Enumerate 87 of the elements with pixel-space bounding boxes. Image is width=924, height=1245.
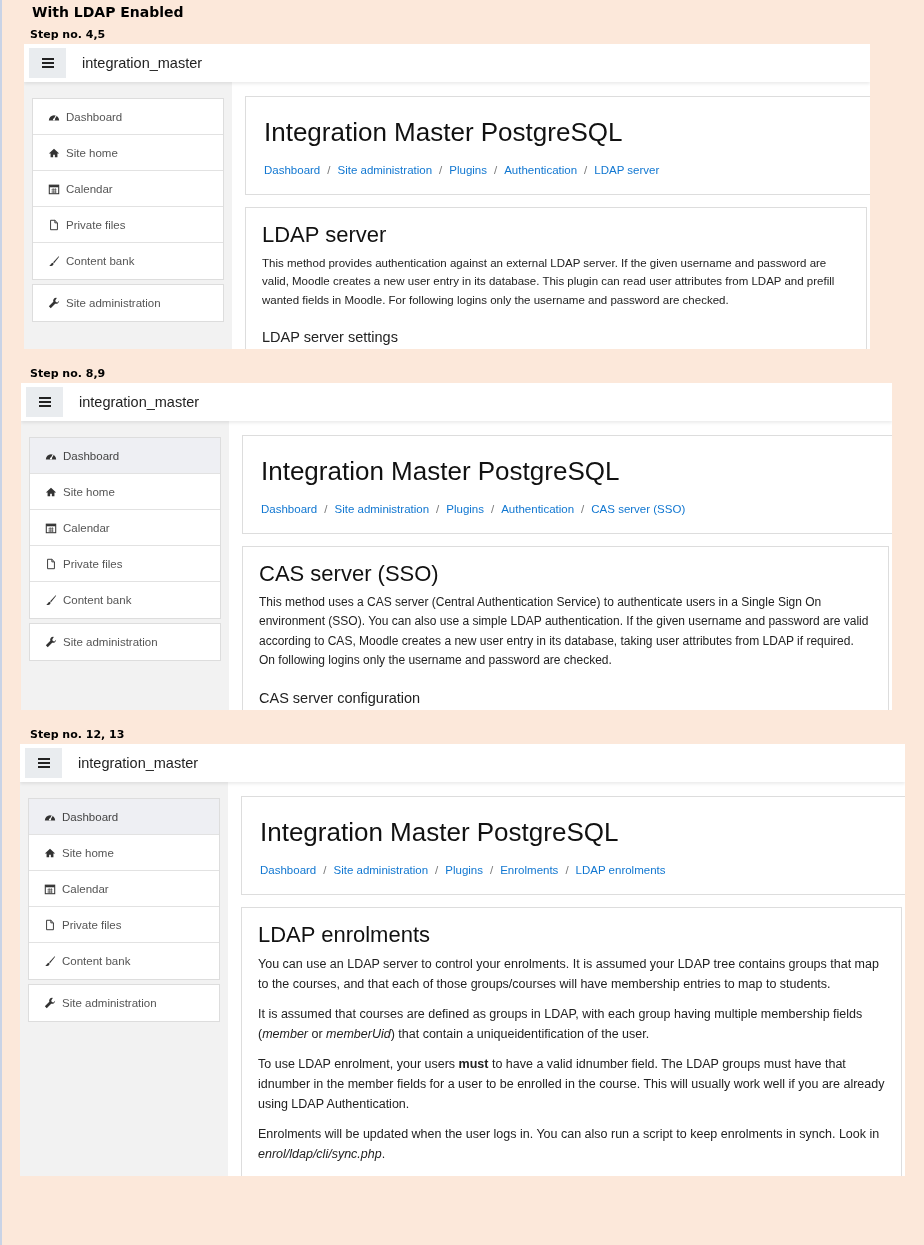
breadcrumb-separator: /: [584, 164, 588, 176]
menu-button[interactable]: [25, 748, 62, 779]
breadcrumb-separator: /: [323, 864, 327, 877]
breadcrumb-link[interactable]: Authentication: [504, 164, 578, 176]
breadcrumb-link[interactable]: LDAP enrolments: [575, 864, 666, 877]
nav-item[interactable]: Private files: [29, 907, 219, 944]
description-paragraph: Enrolments will be updated when the user logs in. You can also run a script to keep enrolments in synch. Look in enrol/ldap/cli/sync.php.: [258, 1126, 881, 1164]
step-label: Step no. 12, 13: [29, 727, 126, 744]
document-title: With LDAP Enabled: [31, 3, 185, 22]
file-icon: [45, 557, 57, 570]
breadcrumb-link[interactable]: Site administration: [337, 164, 433, 176]
page-title: Integration Master PostgreSQL: [261, 456, 621, 488]
description-paragraph: It is assumed that courses are defined as groups in LDAP, with each group having multiple membership fields (member or memberUid) that contain a uniqueidentification of the user.: [258, 1006, 864, 1044]
page-heading: LDAP server: [262, 222, 388, 248]
nav-item[interactable]: Site home: [33, 135, 223, 171]
nav-item[interactable]: Private files: [30, 546, 220, 583]
menu-icon: [38, 397, 51, 408]
wrench-icon: [45, 636, 57, 649]
nav-item[interactable]: Content bank: [33, 243, 223, 279]
nav-item[interactable]: Site administration: [28, 984, 220, 1023]
nav-item[interactable]: Site home: [30, 474, 220, 511]
breadcrumb-separator: /: [565, 864, 569, 877]
breadcrumb-separator: /: [436, 503, 440, 516]
breadcrumb-link[interactable]: Plugins: [445, 864, 483, 877]
menu-icon: [37, 758, 50, 769]
wrench-icon: [48, 297, 60, 309]
menu-button[interactable]: [26, 387, 63, 418]
nav-item[interactable]: Site administration: [29, 623, 221, 662]
site-name[interactable]: integration_master: [82, 55, 203, 71]
brush-icon: [48, 255, 60, 267]
breadcrumb-separator: /: [491, 503, 495, 516]
home-icon: [48, 146, 60, 159]
section-heading: CAS server configuration: [259, 690, 422, 709]
nav-item[interactable]: Site administration: [32, 284, 224, 322]
page-title: Integration Master PostgreSQL: [264, 117, 624, 148]
description-paragraph: This method uses a CAS server (Central Authentication Service) to authenticate users in a Single Sign On environment (SSO). You can also use a simple LDAP authentication. If the given username and password are valid according to CAS, Moodle creates a new user entry in its database, taking user attributes from LDAP if required. On following logins only the username and password are checked.: [259, 594, 870, 669]
nav-item[interactable]: Dashboard: [30, 438, 220, 475]
nav-item[interactable]: Calendar: [33, 171, 223, 207]
home-icon: [44, 846, 56, 859]
breadcrumb-link[interactable]: Plugins: [449, 164, 487, 176]
description-paragraph: To use LDAP enrolment, your users must to have a valid idnumber field. The LDAP groups must have that idnumber in the member fields for a user to be enrolled in the course. This will usually work well if you are already using LDAP Authentication.: [258, 1056, 885, 1114]
breadcrumb-separator: /: [581, 503, 585, 516]
page-heading: CAS server (SSO): [259, 561, 440, 588]
site-name[interactable]: integration_master: [78, 755, 199, 772]
nav-item[interactable]: Content bank: [29, 943, 219, 980]
menu-icon: [41, 58, 54, 68]
calendar-icon: [45, 521, 57, 534]
brush-icon: [44, 955, 56, 968]
breadcrumb-link[interactable]: Authentication: [501, 503, 575, 516]
section-heading: LDAP server settings: [262, 329, 399, 348]
wrench-icon: [44, 997, 56, 1010]
breadcrumb-link[interactable]: Site administration: [334, 503, 430, 516]
breadcrumb-link[interactable]: Dashboard: [260, 864, 317, 877]
page-title: Integration Master PostgreSQL: [260, 817, 620, 849]
menu-button[interactable]: [29, 48, 66, 78]
breadcrumb-link[interactable]: Dashboard: [261, 503, 318, 516]
description-paragraph: This method provides authentication against an external LDAP server. If the given username and password are valid, Moodle creates a new user entry in its database. This plugin can read user attributes from LDAP and prefill wanted fields in Moodle. For following logins only the username and password are checked.: [262, 256, 836, 308]
breadcrumb-separator: /: [490, 864, 494, 877]
calendar-icon: [44, 882, 56, 895]
breadcrumb-link[interactable]: Enrolments: [500, 864, 559, 877]
breadcrumb-link[interactable]: LDAP server: [594, 164, 660, 176]
file-icon: [44, 918, 56, 931]
breadcrumb-link[interactable]: Dashboard: [264, 164, 321, 176]
nav-item[interactable]: Private files: [33, 207, 223, 243]
breadcrumb-link[interactable]: Plugins: [446, 503, 484, 516]
file-icon: [48, 218, 60, 231]
breadcrumb-separator: /: [324, 503, 328, 516]
nav-item[interactable]: Content bank: [30, 582, 220, 619]
nav-item[interactable]: Dashboard: [33, 99, 223, 135]
nav-item[interactable]: Site home: [29, 835, 219, 872]
calendar-icon: [48, 182, 60, 195]
nav-item[interactable]: Calendar: [30, 510, 220, 547]
step-label: Step no. 4,5: [29, 27, 107, 43]
home-icon: [45, 485, 57, 498]
breadcrumb-separator: /: [494, 164, 498, 176]
breadcrumb-separator: /: [435, 864, 439, 877]
page-heading: LDAP enrolments: [258, 922, 431, 949]
step-label: Step no. 8,9: [29, 366, 107, 383]
breadcrumb-separator: /: [439, 164, 443, 176]
site-name[interactable]: integration_master: [79, 394, 200, 411]
breadcrumb-link[interactable]: CAS server (SSO): [591, 503, 686, 516]
brush-icon: [45, 594, 57, 607]
nav-item[interactable]: Calendar: [29, 871, 219, 908]
nav-item[interactable]: Dashboard: [29, 799, 219, 836]
breadcrumb-link[interactable]: Site administration: [333, 864, 429, 877]
description-paragraph: You can use an LDAP server to control your enrolments. It is assumed your LDAP tree contains groups that map to the courses, and that each of those groups/courses will have membership entries to map to students.: [258, 956, 880, 994]
breadcrumb-separator: /: [327, 164, 331, 176]
